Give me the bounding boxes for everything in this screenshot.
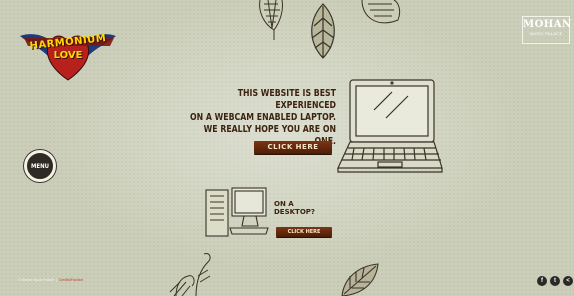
mohan-brand-badge[interactable]: MOHAN MUSIC PALACE xyxy=(522,16,572,44)
leaf-illustration-top xyxy=(311,3,335,59)
laptop-button-label: CLICK HERE xyxy=(267,143,319,151)
desktop-computer-icon xyxy=(205,187,269,237)
flower-illustration-top xyxy=(259,0,283,40)
twitter-icon[interactable]: t xyxy=(550,276,560,286)
copyright-text: © Mohan Music Palace xyxy=(18,278,55,282)
laptop-icon xyxy=(337,79,443,173)
menu-label: MENU xyxy=(31,162,49,170)
hero-line1: THIS WEBSITE IS BEST EXPERIENCED xyxy=(237,88,336,111)
footer-credit-link[interactable]: Credits/Fashion xyxy=(59,278,84,282)
pod-illustration-top xyxy=(361,0,401,24)
brand-name: MOHAN xyxy=(523,19,572,30)
share-icon[interactable]: < xyxy=(563,276,573,286)
laptop-click-here-button[interactable]: CLICK HERE xyxy=(254,141,332,154)
harmonium-love-logo[interactable]: HARMONIUM LOVE xyxy=(18,22,118,84)
desktop-button-label: CLICK HERE xyxy=(287,229,321,235)
footer-copyright: © Mohan Music Palace | Credits/Fashion xyxy=(18,278,84,282)
menu-button[interactable]: MENU xyxy=(24,150,56,182)
brand-subtitle: MUSIC PALACE xyxy=(529,31,563,36)
desktop-line1: ON A xyxy=(274,200,294,208)
desktop-question: ON A DESKTOP? xyxy=(274,200,315,216)
facebook-icon[interactable]: f xyxy=(537,276,547,286)
hero-headline: THIS WEBSITE IS BEST EXPERIENCED ON A WE… xyxy=(188,88,336,148)
desktop-click-here-button[interactable]: CLICK HERE xyxy=(276,227,332,237)
plant-illustration-bottom xyxy=(169,253,211,296)
logo-line2: LOVE xyxy=(53,50,83,61)
leaf-illustration-bottom xyxy=(341,263,379,296)
desktop-line2: DESKTOP? xyxy=(274,208,315,216)
hero-line2: ON A WEBCAM ENABLED LAPTOP. xyxy=(190,112,336,123)
